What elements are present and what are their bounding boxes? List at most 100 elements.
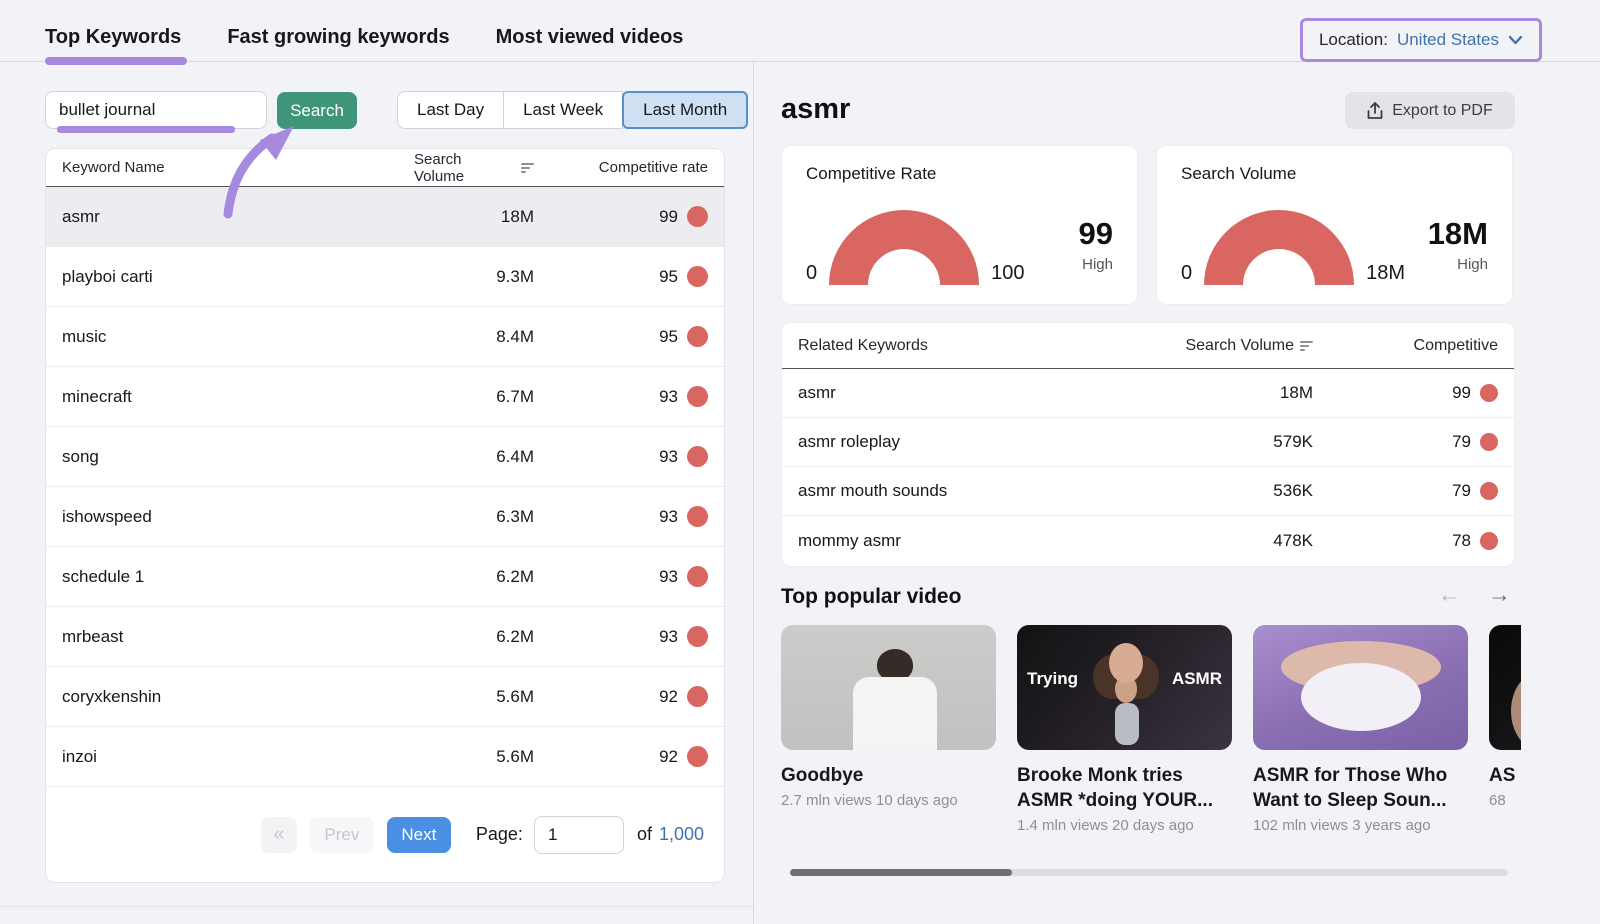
rate-dot-icon [687,446,708,467]
table-row[interactable]: mrbeast6.2M93 [46,607,724,667]
rate-value: 92 [659,687,678,707]
keyword-table: Keyword Name Search Volume Competitive r… [45,148,725,883]
rate-cell: 92 [534,686,708,707]
gauge-max-label: 100 [991,263,1024,285]
rate-value: 99 [1452,383,1471,403]
video-card[interactable]: AS68 [1489,625,1521,857]
top-popular-video-heading: Top popular video [781,585,961,609]
carousel-scrollbar-track[interactable] [790,869,1508,876]
active-tab-underline-annotation [45,57,187,65]
rate-value: 93 [659,387,678,407]
rate-dot-icon [687,746,708,767]
video-card[interactable]: ASMR for Those Who Want to Sleep Soun...… [1253,625,1468,857]
thumbnail-overlay-text: ASMR [1172,669,1222,689]
page-label: Page: [476,824,523,845]
filter-last-month[interactable]: Last Month [622,91,748,129]
first-page-button[interactable]: « [261,817,297,853]
of-label: of [637,824,652,845]
total-pages-link[interactable]: 1,000 [659,824,704,845]
table-row[interactable]: song6.4M93 [46,427,724,487]
volume-cell: 536K [1173,481,1313,501]
table-row[interactable]: asmr18M99 [46,187,724,247]
rate-dot-icon [1480,532,1498,550]
tab-fast-growing-keywords[interactable]: Fast growing keywords [227,26,449,49]
related-row[interactable]: mommy asmr478K78 [782,516,1514,565]
volume-cell: 18M [1173,383,1313,403]
rate-dot-icon [1480,482,1498,500]
rate-value: 95 [659,327,678,347]
app-window: Top Keywords Fast growing keywords Most … [0,0,1600,924]
keyword-cell: asmr roleplay [798,432,1173,452]
gauge-title: Search Volume [1181,164,1488,184]
keyword-table-header: Keyword Name Search Volume Competitive r… [46,149,724,187]
related-row[interactable]: asmr roleplay579K79 [782,418,1514,467]
next-page-button[interactable]: Next [387,817,451,853]
rate-cell: 93 [534,566,708,587]
rate-value: 78 [1452,531,1471,551]
pagination-bar: « Prev Next Page: of 1,000 [46,787,724,882]
volume-cell: 9.3M [414,267,534,287]
export-to-pdf-button[interactable]: Export to PDF [1345,92,1515,129]
rate-value: 95 [659,267,678,287]
table-row[interactable]: music8.4M95 [46,307,724,367]
volume-cell: 579K [1173,432,1313,452]
rate-dot-icon [687,206,708,227]
search-input[interactable] [45,91,267,129]
page-number-input[interactable] [534,816,624,854]
rate-dot-icon [687,386,708,407]
volume-cell: 8.4M [414,327,534,347]
volume-cell: 6.3M [414,507,534,527]
rate-dot-icon [1480,433,1498,451]
table-row[interactable]: coryxkenshin5.6M92 [46,667,724,727]
filter-last-day[interactable]: Last Day [397,91,504,129]
time-filter-group: Last Day Last Week Last Month [397,91,748,129]
selected-keyword-title: asmr [781,93,850,126]
rate-value: 93 [659,447,678,467]
video-thumbnail [781,625,996,750]
table-row[interactable]: schedule 16.2M93 [46,547,724,607]
video-carousel: Goodbye2.7 mln views 10 days agoTryingAS… [781,625,1521,857]
gauge-level: High [1428,256,1488,273]
rate-cell: 93 [534,446,708,467]
video-card[interactable]: Goodbye2.7 mln views 10 days ago [781,625,996,857]
keyword-cell: ishowspeed [62,507,414,527]
rate-cell: 93 [534,386,708,407]
table-row[interactable]: playboi carti9.3M95 [46,247,724,307]
video-card[interactable]: TryingASMRBrooke Monk tries ASMR *doing … [1017,625,1232,857]
keyword-cell: asmr mouth sounds [798,481,1173,501]
table-row[interactable]: ishowspeed6.3M93 [46,487,724,547]
location-value[interactable]: United States [1397,30,1499,50]
video-title: ASMR for Those Who Want to Sleep Soun... [1253,763,1468,813]
location-dropdown[interactable]: Location: United States [1300,18,1542,62]
volume-cell: 6.2M [414,567,534,587]
video-thumbnail: TryingASMR [1017,625,1232,750]
bottom-divider [0,906,753,907]
volume-cell: 18M [414,207,534,227]
filter-last-week[interactable]: Last Week [503,91,623,129]
rate-value: 99 [659,207,678,227]
prev-page-button[interactable]: Prev [310,817,374,853]
carousel-scrollbar-thumb[interactable] [790,869,1012,876]
carousel-next-icon[interactable]: → [1488,581,1511,608]
table-row[interactable]: minecraft6.7M93 [46,367,724,427]
competitive-rate-card: Competitive Rate 0 100 99 High [781,145,1138,305]
table-row[interactable]: inzoi5.6M92 [46,727,724,787]
related-row[interactable]: asmr18M 99 [782,369,1514,418]
search-button[interactable]: Search [277,92,357,129]
sort-icon[interactable] [1300,341,1313,351]
tab-top-keywords[interactable]: Top Keywords [45,26,181,49]
tab-bar: Top Keywords Fast growing keywords Most … [45,26,683,49]
related-row[interactable]: asmr mouth sounds536K79 [782,467,1514,516]
column-competitive: Competitive [1313,337,1498,355]
sort-icon[interactable] [521,163,534,173]
keyword-cell: inzoi [62,747,414,767]
carousel-prev-icon[interactable]: ← [1438,581,1461,608]
rate-dot-icon [687,686,708,707]
related-keywords-table: Related Keywords Search Volume Competiti… [781,322,1515,567]
gauge-min-label: 0 [1181,263,1192,285]
keyword-cell: asmr [798,383,1173,403]
column-search-volume[interactable]: Search Volume [1173,337,1313,355]
column-search-volume[interactable]: Search Volume [414,151,534,185]
tab-most-viewed-videos[interactable]: Most viewed videos [496,26,684,49]
export-icon [1367,102,1383,120]
